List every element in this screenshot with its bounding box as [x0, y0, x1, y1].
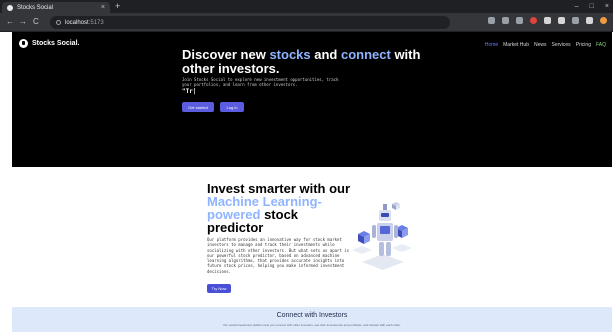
- try-now-button[interactable]: Try Now: [207, 284, 231, 293]
- tab-title: Stocks Social: [17, 4, 54, 11]
- connect-title: Connect with Investors: [276, 312, 348, 319]
- share-icon[interactable]: [502, 17, 509, 24]
- sidepanel-icon[interactable]: [586, 17, 593, 24]
- window-controls: – □ ×: [575, 1, 609, 12]
- predictor-title: Invest smarter with our Machine Learning…: [207, 181, 351, 235]
- site-favicon-icon: [7, 4, 13, 11]
- browser-tab-bar: Stocks Social × + – □ ×: [0, 0, 613, 13]
- extension-toolbar: [488, 17, 607, 24]
- window-close-icon[interactable]: ×: [605, 1, 609, 12]
- logo-icon: [19, 39, 28, 48]
- profile-avatar-icon[interactable]: [600, 17, 607, 24]
- new-tab-button[interactable]: +: [115, 1, 120, 12]
- hero-title: Discover new stocks and connect with oth…: [182, 47, 421, 76]
- nav-pricing[interactable]: Pricing: [576, 42, 591, 48]
- browser-tab[interactable]: Stocks Social ×: [2, 2, 110, 13]
- extension-red-icon[interactable]: [530, 17, 537, 24]
- browser-address-bar: ← → C localhost:5173: [0, 13, 613, 32]
- maximize-icon[interactable]: □: [590, 1, 594, 12]
- nav-services[interactable]: Services: [552, 42, 571, 48]
- minimize-icon[interactable]: –: [575, 1, 579, 12]
- nav-news[interactable]: News: [534, 42, 547, 48]
- site-info-icon[interactable]: [56, 20, 61, 25]
- puzzle-icon[interactable]: [558, 17, 565, 24]
- robot-illustration: [352, 202, 412, 270]
- nav-home[interactable]: Home: [485, 42, 498, 48]
- predictor-description: Our platform provides an innovative way …: [207, 237, 350, 274]
- hero-typed-text: "Tr|: [182, 88, 197, 95]
- main-nav: Home Market Hub News Services Pricing FA…: [485, 42, 606, 48]
- url-text: localhost:5173: [65, 19, 104, 26]
- logo-text: Stocks Social.: [32, 40, 80, 47]
- back-arrow-icon[interactable]: ←: [6, 17, 14, 27]
- site-logo[interactable]: Stocks Social.: [19, 39, 79, 48]
- log-in-button[interactable]: Log in: [220, 102, 244, 112]
- reload-icon[interactable]: C: [33, 17, 39, 27]
- bookmark-star-icon[interactable]: [516, 17, 523, 24]
- tab-close-icon[interactable]: ×: [101, 3, 105, 12]
- zoom-icon[interactable]: [488, 17, 495, 24]
- connect-section: Connect with Investors Our social invest…: [12, 307, 612, 332]
- url-input[interactable]: localhost:5173: [50, 16, 450, 29]
- hero-subtitle: Join Stocks Social to explore new invest…: [182, 77, 339, 87]
- extension-icon[interactable]: [544, 17, 551, 24]
- connect-text: Our social investment platform lets you …: [223, 323, 401, 327]
- nav-market-hub[interactable]: Market Hub: [503, 42, 529, 48]
- get-started-button[interactable]: Get started: [182, 102, 214, 112]
- forward-arrow-icon[interactable]: →: [19, 17, 27, 27]
- nav-faq[interactable]: FAQ: [596, 42, 606, 48]
- reading-list-icon[interactable]: [572, 17, 579, 24]
